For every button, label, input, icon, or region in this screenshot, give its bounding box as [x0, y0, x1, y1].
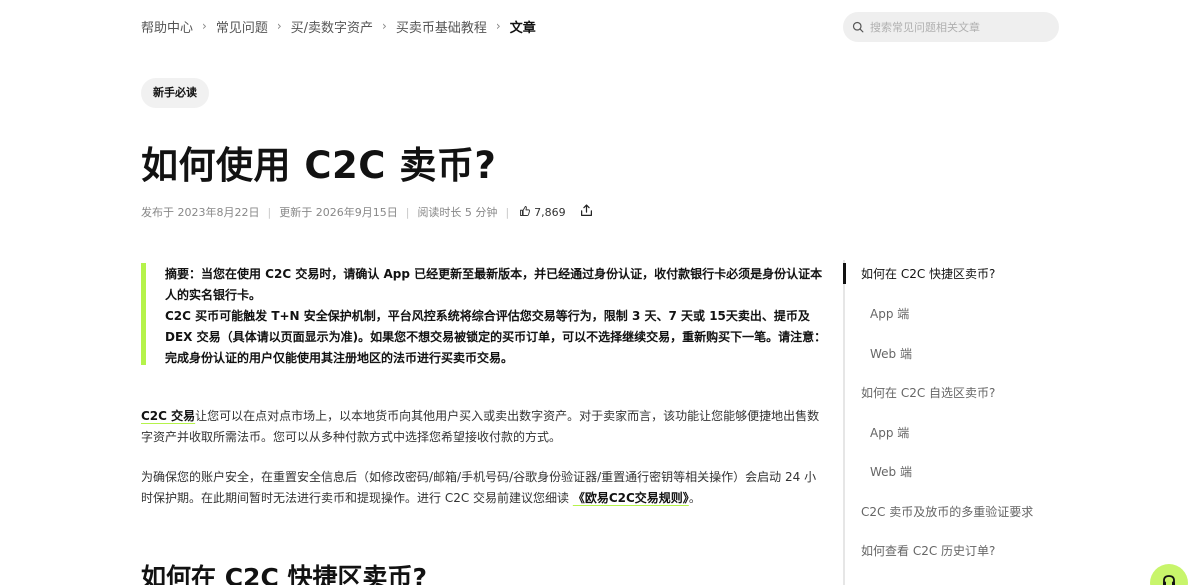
toc-active-indicator — [843, 263, 846, 284]
breadcrumb-current: 文章 — [509, 20, 536, 36]
article-tag[interactable]: 新手必读 — [141, 78, 209, 108]
search-box[interactable] — [843, 12, 1059, 42]
toc-item-quick-app[interactable]: App 端 — [870, 305, 909, 322]
like-count: 7,869 — [534, 205, 566, 219]
summary-callout: 摘要：当您在使用 C2C 交易时，请确认 App 已经更新至最新版本，并已经通过… — [141, 263, 827, 365]
chevron-right-icon: › — [202, 19, 207, 33]
breadcrumb-help-center[interactable]: 帮助中心 — [141, 17, 193, 36]
breadcrumb: 帮助中心 › 常见问题 › 买/卖数字资产 › 买卖币基础教程 › 文章 — [141, 17, 536, 36]
breadcrumb-buy-sell[interactable]: 买/卖数字资产 — [291, 17, 373, 36]
article-meta: 发布于 2023年8月22日 | 更新于 2026年9月15日 | 阅读时长 5… — [141, 203, 593, 221]
headset-icon — [1161, 573, 1177, 585]
table-of-contents: 如何在 C2C 快捷区卖币? App 端 Web 端 如何在 C2C 自选区卖币… — [843, 260, 1043, 585]
chevron-right-icon: › — [495, 19, 501, 33]
thumbs-up-icon — [519, 205, 534, 220]
share-icon — [580, 204, 593, 220]
published-date: 发布于 2023年8月22日 — [141, 206, 260, 219]
toc-item-quick-sell[interactable]: 如何在 C2C 快捷区卖币? — [861, 265, 995, 282]
c2c-trading-link[interactable]: C2C 交易 — [141, 409, 195, 423]
meta-divider: | — [267, 205, 272, 219]
toc-item-custom-web[interactable]: Web 端 — [870, 463, 912, 480]
section-heading: 如何在 C2C 快捷区卖币? — [141, 563, 427, 585]
chevron-right-icon: › — [276, 19, 282, 33]
toc-item-custom-sell[interactable]: 如何在 C2C 自选区卖币? — [861, 384, 995, 401]
breadcrumb-faq[interactable]: 常见问题 — [216, 17, 268, 36]
updated-date: 更新于 2026年9月15日 — [279, 206, 398, 219]
security-paragraph: 为确保您的账户安全，在重置安全信息后（如修改密码/邮箱/手机号码/谷歌身份验证器… — [141, 467, 821, 509]
toc-item-custom-app[interactable]: App 端 — [870, 424, 909, 441]
read-time: 阅读时长 5 分钟 — [417, 206, 498, 219]
intro-paragraph: C2C 交易让您可以在点对点市场上，以本地货币向其他用户买入或卖出数字资产。对于… — [141, 406, 821, 448]
c2c-rules-link[interactable]: 《欧易C2C交易规则》 — [573, 491, 689, 505]
summary-line-2: C2C 买币可能触发 T+N 安全保护机制，平台风控系统将综合评估您交易等行为，… — [165, 309, 827, 365]
meta-divider: | — [405, 205, 410, 219]
toc-item-verification[interactable]: C2C 卖币及放币的多重验证要求 — [861, 503, 1033, 520]
share-button[interactable] — [580, 204, 593, 220]
support-chat-button[interactable] — [1150, 564, 1188, 585]
toc-item-history[interactable]: 如何查看 C2C 历史订单? — [861, 542, 995, 559]
security-suffix: 。 — [688, 491, 701, 505]
page-title: 如何使用 C2C 卖币? — [141, 144, 497, 187]
chevron-right-icon: › — [382, 19, 387, 33]
intro-text: 让您可以在点对点市场上，以本地货币向其他用户买入或卖出数字资产。对于卖家而言，该… — [141, 409, 820, 444]
like-button[interactable]: 7,869 — [519, 205, 566, 220]
search-input[interactable] — [870, 20, 1050, 34]
summary-line-1: 摘要：当您在使用 C2C 交易时，请确认 App 已经更新至最新版本，并已经通过… — [165, 267, 823, 302]
search-icon — [852, 18, 864, 37]
toc-track — [843, 260, 845, 585]
security-text: 为确保您的账户安全，在重置安全信息后（如修改密码/邮箱/手机号码/谷歌身份验证器… — [141, 470, 817, 505]
toc-item-quick-web[interactable]: Web 端 — [870, 345, 912, 362]
meta-divider: | — [505, 205, 510, 219]
breadcrumb-tutorial[interactable]: 买卖币基础教程 — [396, 17, 487, 36]
